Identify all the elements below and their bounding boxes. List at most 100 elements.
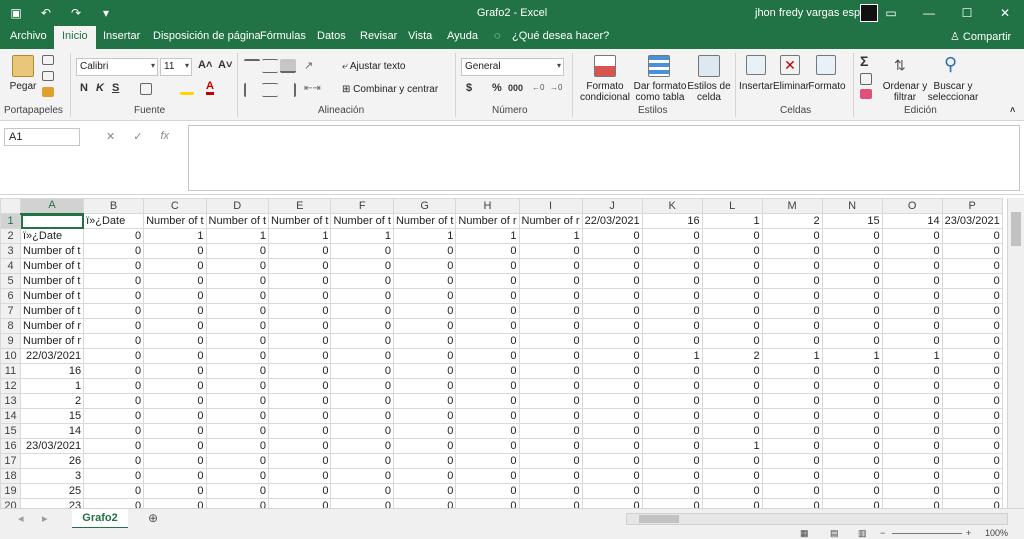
orientation-icon[interactable]: ↗ [304,59,320,73]
cell[interactable]: 1 [881,348,943,364]
cell[interactable]: 0 [701,393,763,409]
comma-style-button[interactable]: 000 [508,83,523,93]
cell[interactable]: 0 [83,348,145,364]
cell[interactable]: 0 [881,303,943,319]
cell[interactable]: 0 [941,438,1003,454]
cell[interactable]: 0 [392,408,457,424]
cell[interactable]: 16 [19,363,85,379]
cell[interactable]: 0 [455,258,520,274]
cell[interactable]: 0 [83,288,145,304]
name-box[interactable]: A1 [4,128,80,146]
cell[interactable]: 23/03/2021 [941,213,1003,229]
cell[interactable]: 0 [761,468,823,484]
column-header[interactable]: E [268,198,332,214]
cell[interactable]: 0 [701,273,763,289]
cell[interactable]: 0 [941,483,1003,499]
percent-button[interactable]: % [492,82,502,94]
cell[interactable]: Number of t [19,288,85,304]
cell[interactable]: 0 [821,318,883,334]
row-header[interactable]: 7 [0,303,21,319]
cell[interactable]: 0 [941,498,1003,508]
cell[interactable]: 0 [641,363,703,379]
cell[interactable]: 0 [455,468,520,484]
cell[interactable]: 0 [941,258,1003,274]
cell[interactable]: 0 [761,378,823,394]
cell[interactable]: 0 [761,258,823,274]
cell[interactable]: 0 [641,468,703,484]
zoom-out-icon[interactable]: − [880,528,885,538]
cell[interactable]: 0 [330,243,394,259]
cell[interactable]: 0 [821,438,883,454]
cell[interactable]: 0 [518,468,583,484]
cell[interactable]: 0 [330,363,394,379]
row-header[interactable]: 19 [0,483,21,499]
cell[interactable]: 0 [518,243,583,259]
grow-font-icon[interactable]: A˄ [198,59,212,71]
cell[interactable]: 0 [941,363,1003,379]
vertical-scrollbar[interactable] [1007,198,1024,508]
cell[interactable]: 0 [941,243,1003,259]
sort-filter-icon[interactable]: ⇅ [894,55,914,75]
cell[interactable]: 0 [821,228,883,244]
cell[interactable]: 0 [821,423,883,439]
cell[interactable]: 0 [821,333,883,349]
cell[interactable]: 0 [143,258,207,274]
cell[interactable]: 0 [881,453,943,469]
cell[interactable]: 0 [821,243,883,259]
format-painter-icon[interactable] [42,87,54,97]
cell[interactable]: 0 [455,438,520,454]
cell[interactable]: 0 [518,333,583,349]
cell[interactable]: 0 [581,243,643,259]
cell[interactable]: Number of t [205,213,270,229]
cell[interactable]: 14 [881,213,943,229]
cell[interactable]: 0 [761,363,823,379]
cell[interactable]: Number of t [19,258,85,274]
cell[interactable]: 0 [641,333,703,349]
cell[interactable]: 0 [581,318,643,334]
cell[interactable]: 0 [641,498,703,508]
cell[interactable]: 0 [821,273,883,289]
cell[interactable]: 3 [19,468,85,484]
cell[interactable]: 0 [821,393,883,409]
row-header[interactable]: 2 [0,228,21,244]
cell[interactable]: Number of t [19,273,85,289]
zoom-level[interactable]: 100% [985,528,1008,538]
cell[interactable]: 2 [701,348,763,364]
cell[interactable]: 0 [330,273,394,289]
cell[interactable]: 0 [761,453,823,469]
format-button[interactable]: Formato [808,81,846,92]
cell[interactable]: 22/03/2021 [19,348,85,364]
cell[interactable]: 0 [392,258,457,274]
font-size-select[interactable]: 11 ▾ [160,58,192,76]
row-header[interactable]: 4 [0,258,21,274]
cell[interactable]: 0 [330,288,394,304]
cell[interactable]: 0 [83,483,145,499]
cell[interactable]: 0 [205,258,270,274]
row-header[interactable]: 11 [0,363,21,379]
cell[interactable]: 0 [143,363,207,379]
cell[interactable]: 0 [455,243,520,259]
cell[interactable]: 0 [268,243,332,259]
cell[interactable]: 0 [143,483,207,499]
cell[interactable]: 0 [330,378,394,394]
zoom-slider[interactable] [892,533,962,534]
add-sheet-icon[interactable]: ⊕ [148,511,158,525]
cell[interactable]: 0 [581,438,643,454]
cell[interactable]: 0 [518,288,583,304]
cell[interactable]: 1 [330,228,394,244]
cell[interactable]: 1 [455,228,520,244]
cell[interactable]: Number of r [455,213,520,229]
format-table-button[interactable]: Dar formato como tabla [632,81,688,103]
cell[interactable]: 0 [881,408,943,424]
cell[interactable]: ï»¿Date [19,228,85,244]
cell[interactable]: 0 [518,348,583,364]
align-right-icon[interactable] [280,83,296,97]
row-header[interactable]: 1 [0,213,21,229]
tab-formulas[interactable]: Fórmulas [260,30,306,42]
cell[interactable]: 0 [455,348,520,364]
delete-button[interactable]: Eliminar [773,81,809,92]
cell[interactable]: 0 [701,483,763,499]
cell[interactable]: 0 [268,333,332,349]
font-name-select[interactable]: Calibri ▾ [76,58,158,76]
cell[interactable]: 0 [641,393,703,409]
